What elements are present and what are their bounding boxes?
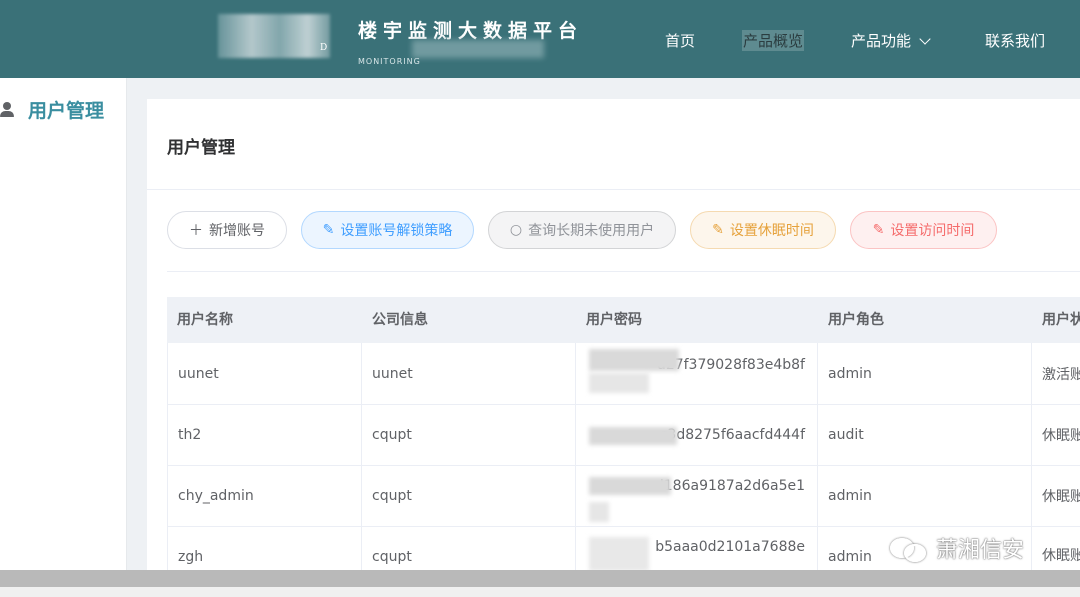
cell-role: admin bbox=[818, 466, 1032, 526]
nav-product-features-label: 产品功能 bbox=[851, 32, 912, 50]
query-inactive-users-button[interactable]: ○ 查询长期未使用用户 bbox=[488, 211, 676, 249]
column-header-status[interactable]: 用户状 bbox=[1032, 297, 1080, 343]
query-inactive-users-label: 查询长期未使用用户 bbox=[528, 223, 655, 239]
cell-status: 激活账 bbox=[1042, 366, 1080, 383]
page-title: 用户管理 bbox=[167, 138, 235, 158]
cell-company: uunet bbox=[362, 343, 576, 404]
redaction-mask bbox=[589, 349, 679, 371]
logo bbox=[218, 14, 330, 58]
cell-status: 休眠账 bbox=[1042, 489, 1080, 505]
logo-letter: D bbox=[320, 43, 328, 53]
sidebar-item-user-management[interactable]: 用户管理 bbox=[0, 96, 104, 123]
set-access-time-button[interactable]: ✎ 设置访问时间 bbox=[850, 211, 997, 249]
table-header: 用户名称 公司信息 用户密码 用户角色 用户状 bbox=[167, 297, 1080, 343]
cell-role: admin bbox=[818, 343, 1032, 404]
set-sleep-time-button[interactable]: ✎ 设置休眠时间 bbox=[690, 211, 836, 249]
divider bbox=[167, 271, 1080, 272]
redaction-mask bbox=[589, 477, 671, 495]
cell-company: cqupt bbox=[362, 466, 576, 526]
nav-home[interactable]: 首页 bbox=[665, 30, 695, 51]
cell-username: uunet bbox=[167, 343, 362, 404]
edit-icon: ✎ bbox=[322, 222, 335, 238]
cell-username: th2 bbox=[167, 405, 362, 465]
set-unlock-policy-label: 设置账号解锁策略 bbox=[340, 223, 453, 239]
redaction-mask bbox=[589, 537, 649, 571]
platform-subtitle: MONITORING bbox=[358, 57, 421, 66]
divider bbox=[147, 189, 1080, 190]
nav-product-features[interactable]: 产品功能 bbox=[851, 30, 931, 51]
add-account-label: 新增账号 bbox=[209, 223, 265, 239]
add-account-button[interactable]: ＋ 新增账号 bbox=[167, 211, 287, 249]
nav-contact[interactable]: 联系我们 bbox=[985, 30, 1045, 51]
set-access-time-label: 设置访问时间 bbox=[890, 223, 975, 239]
wechat-icon bbox=[890, 534, 930, 562]
search-icon: ○ bbox=[509, 222, 523, 238]
cell-password: d186a9187a2d6a5e1 bbox=[576, 466, 818, 526]
redacted-subtitle bbox=[412, 40, 544, 58]
sidebar: 用户管理 bbox=[0, 78, 127, 570]
horizontal-scrollbar[interactable] bbox=[0, 570, 1080, 587]
redaction-mask bbox=[589, 502, 609, 522]
nav-product-overview[interactable]: 产品概览 bbox=[742, 30, 805, 51]
edit-icon: ✎ bbox=[872, 222, 885, 238]
redaction-mask bbox=[589, 373, 649, 393]
plus-icon: ＋ bbox=[189, 223, 203, 239]
person-icon bbox=[0, 101, 14, 118]
edit-icon: ✎ bbox=[712, 222, 724, 238]
redaction-mask bbox=[589, 427, 677, 445]
set-unlock-policy-button[interactable]: ✎ 设置账号解锁策略 bbox=[301, 211, 474, 249]
watermark-text: 萧湘信安 bbox=[936, 538, 1025, 563]
column-header-username[interactable]: 用户名称 bbox=[167, 297, 362, 343]
main-panel: 用户管理 ＋ 新增账号 ✎ 设置账号解锁策略 ○ 查询长期未使用用户 ✎ 设置休… bbox=[147, 99, 1080, 588]
column-header-role[interactable]: 用户角色 bbox=[818, 297, 1032, 343]
top-navbar: D 楼宇监测大数据平台 MONITORING 首页 产品概览 产品功能 联系我们 bbox=[0, 0, 1080, 78]
chevron-down-icon bbox=[919, 33, 931, 45]
cell-role: audit bbox=[818, 405, 1032, 465]
table-row[interactable]: chy_admin cqupt d186a9187a2d6a5e1 admin … bbox=[167, 466, 1080, 527]
column-header-company[interactable]: 公司信息 bbox=[362, 297, 576, 343]
set-sleep-time-label: 设置休眠时间 bbox=[729, 223, 814, 239]
cell-status: 休眠账 bbox=[1042, 428, 1080, 444]
column-header-password[interactable]: 用户密码 bbox=[576, 297, 818, 343]
status-bar bbox=[0, 587, 1080, 597]
cell-username: chy_admin bbox=[167, 466, 362, 526]
cell-company: cqupt bbox=[362, 405, 576, 465]
sidebar-item-label: 用户管理 bbox=[28, 100, 105, 122]
platform-title: 楼宇监测大数据平台 bbox=[358, 20, 584, 42]
watermark: 萧湘信安 bbox=[890, 532, 1024, 564]
